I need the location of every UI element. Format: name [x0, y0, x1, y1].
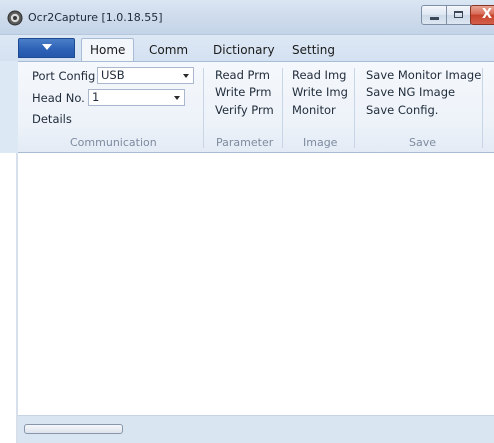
tab-setting[interactable]: Setting — [292, 43, 335, 57]
save-monitor-image-button[interactable]: Save Monitor Image — [366, 68, 481, 82]
close-button[interactable]: X — [470, 5, 494, 25]
save-config-button[interactable]: Save Config. — [366, 103, 438, 117]
save-ng-image-button[interactable]: Save NG Image — [366, 85, 455, 99]
minimize-button[interactable] — [421, 5, 447, 25]
group-separator — [482, 68, 483, 148]
scrollbar-thumb[interactable] — [24, 424, 123, 434]
maximize-button[interactable] — [446, 5, 471, 25]
monitor-button[interactable]: Monitor — [292, 103, 336, 117]
app-logo-icon — [7, 10, 23, 26]
port-config-value: USB — [101, 68, 125, 82]
title-bar: Ocr2Capture [1.0.18.55] X — [0, 0, 494, 35]
read-img-button[interactable]: Read Img — [292, 68, 346, 82]
ribbon-tabs: Home Comm Dictionary Setting — [0, 35, 494, 62]
tab-home[interactable]: Home — [81, 38, 135, 62]
minimize-icon — [430, 17, 439, 20]
tab-dictionary[interactable]: Dictionary — [213, 43, 275, 57]
port-config-select[interactable]: USB — [97, 67, 194, 84]
ribbon-left-strip — [0, 61, 18, 153]
write-prm-button[interactable]: Write Prm — [215, 85, 271, 99]
group-separator — [203, 68, 204, 148]
details-button[interactable]: Details — [32, 112, 72, 126]
main-content-area[interactable] — [18, 153, 494, 415]
app-window: Ocr2Capture [1.0.18.55] X Home Comm Dict… — [0, 0, 494, 443]
head-no-label: Head No. — [32, 91, 85, 105]
ribbon-panel: Port Config USB Head No. 1 Details Commu… — [18, 61, 494, 153]
head-no-value: 1 — [92, 90, 100, 104]
port-config-label: Port Config — [32, 69, 96, 83]
group-caption-communication: Communication — [70, 136, 157, 149]
maximize-icon — [454, 11, 463, 18]
window-title: Ocr2Capture [1.0.18.55] — [28, 11, 163, 24]
group-separator — [354, 68, 355, 148]
group-caption-save: Save — [409, 136, 437, 149]
chevron-down-icon — [183, 74, 189, 78]
write-img-button[interactable]: Write Img — [292, 85, 348, 99]
verify-prm-button[interactable]: Verify Prm — [215, 103, 274, 117]
group-caption-image: Image — [303, 136, 338, 149]
group-caption-parameter: Parameter — [216, 136, 274, 149]
chevron-down-icon — [174, 96, 180, 100]
head-no-select[interactable]: 1 — [88, 89, 185, 106]
group-separator — [282, 68, 283, 148]
read-prm-button[interactable]: Read Prm — [215, 68, 270, 82]
left-border — [0, 153, 18, 443]
close-icon: X — [482, 7, 493, 22]
app-menu-button[interactable] — [18, 38, 75, 58]
horizontal-scrollbar[interactable] — [18, 415, 494, 443]
tab-comm[interactable]: Comm — [149, 43, 188, 57]
chevron-down-icon — [42, 44, 52, 50]
